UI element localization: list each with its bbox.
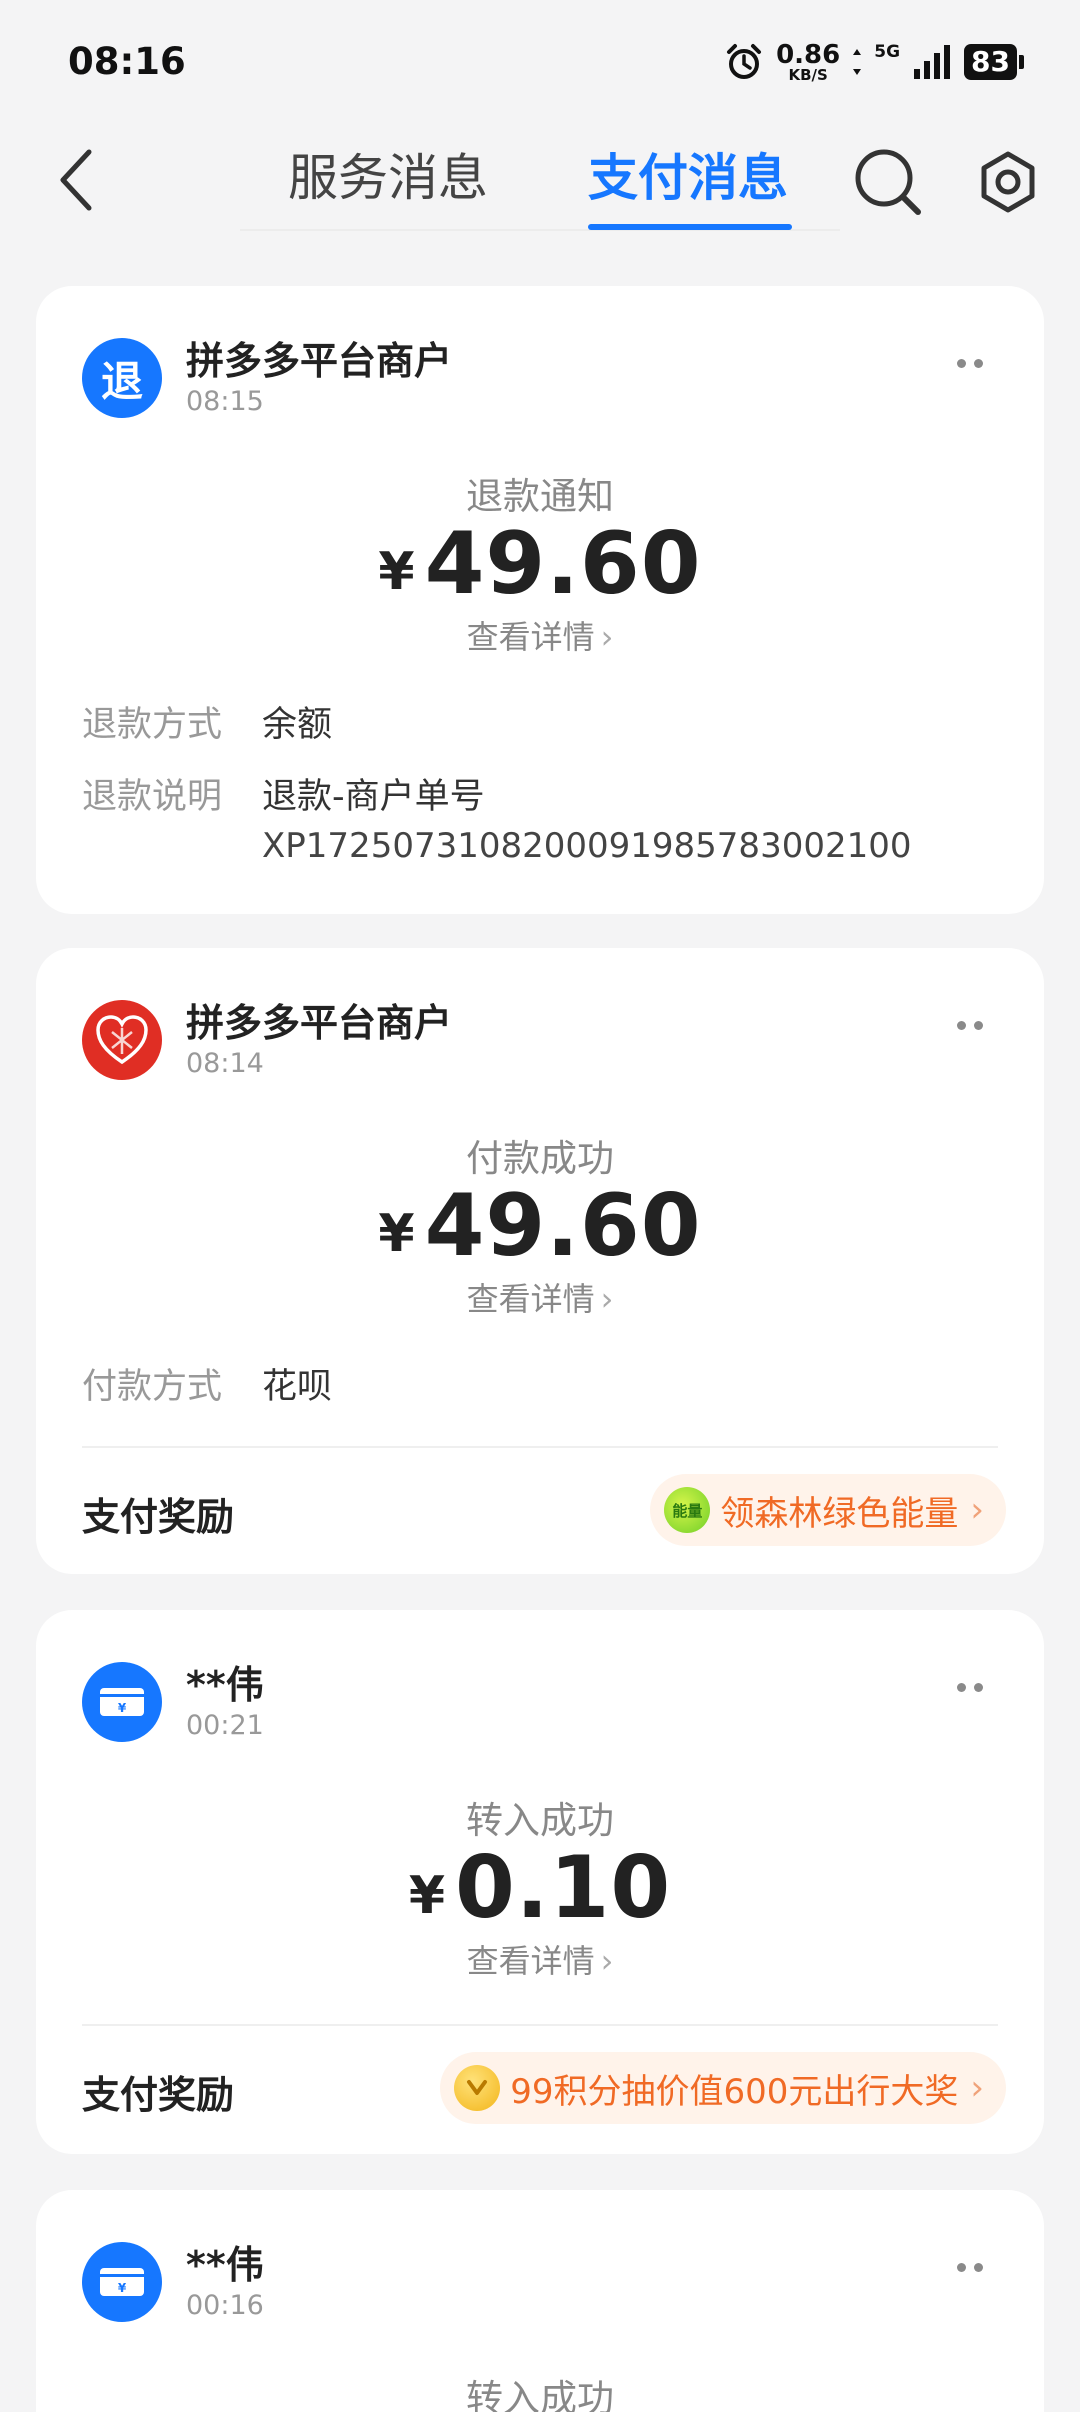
chevron-left-icon xyxy=(60,149,92,211)
payment-reward-label: 支付奖励 xyxy=(82,1495,235,1539)
svg-text:¥: ¥ xyxy=(118,1701,127,1715)
avatar: 退 xyxy=(82,338,162,418)
refund-icon: 退 xyxy=(100,356,143,406)
network-speed: 0.86 KB/S xyxy=(776,42,840,83)
pinduoduo-logo-icon xyxy=(96,1015,148,1065)
reward-text: 领森林绿色能量 xyxy=(720,1493,959,1534)
currency-symbol: ¥ xyxy=(408,1866,445,1926)
message-card-transfer[interactable]: ¥ **伟 00:16 转入成功 xyxy=(36,2190,1044,2412)
tab-payment-messages[interactable]: 支付消息 xyxy=(588,138,788,210)
message-time: 00:21 xyxy=(186,1710,264,1741)
alarm-icon xyxy=(727,44,762,79)
chevron-right-icon: › xyxy=(970,1490,984,1530)
message-card-refund[interactable]: 退 拼多多平台商户 08:15 退款通知 ¥49.60 查看详情 › 退款方式 余… xyxy=(36,286,1044,914)
payment-reward-label: 支付奖励 xyxy=(82,2073,235,2117)
view-details-link[interactable]: 查看详情 › xyxy=(36,1274,1044,1320)
sender-name: **伟 xyxy=(186,2243,264,2287)
payment-method-label: 付款方式 xyxy=(82,1367,223,1407)
active-tab-indicator xyxy=(588,224,792,230)
reward-forest-energy-button[interactable]: 能量 领森林绿色能量 › xyxy=(650,1474,1006,1546)
message-card-transfer[interactable]: ¥ **伟 00:21 转入成功 ¥0.10 查看详情 › 支付奖励 99积分抽价… xyxy=(36,1610,1044,2154)
data-arrows-icon xyxy=(853,49,862,75)
message-time: 00:16 xyxy=(186,2290,264,2321)
avatar: ¥ xyxy=(82,2242,162,2322)
reward-points-lottery-button[interactable]: 99积分抽价值600元出行大奖 › xyxy=(440,2052,1006,2124)
transfer-card-icon: ¥ xyxy=(100,2268,144,2296)
refund-note-value: 退款-商户单号 xyxy=(262,777,485,817)
battery-level: 83 xyxy=(964,44,1017,80)
chevron-right-icon: › xyxy=(600,1942,614,1980)
avatar: 拼 xyxy=(82,1000,162,1080)
svg-text:¥: ¥ xyxy=(118,2281,127,2295)
coin-icon xyxy=(454,2065,501,2111)
speed-unit: KB/S xyxy=(788,65,828,84)
chevron-right-icon: › xyxy=(600,1280,614,1318)
sender-name: **伟 xyxy=(186,1663,264,1707)
message-title: 付款成功 xyxy=(466,1137,614,1180)
tab-service-messages[interactable]: 服务消息 xyxy=(288,138,488,210)
currency-symbol: ¥ xyxy=(378,1204,415,1264)
back-button[interactable] xyxy=(40,140,110,220)
chevron-right-icon: › xyxy=(970,2068,984,2108)
message-time: 08:14 xyxy=(186,1048,264,1079)
currency-symbol: ¥ xyxy=(378,542,415,602)
reward-text: 99积分抽价值600元出行大奖 xyxy=(510,2071,959,2112)
view-details-link[interactable]: 查看详情 › xyxy=(36,1936,1044,1982)
more-options-button[interactable] xyxy=(940,348,1000,378)
merchant-name: 拼多多平台商户 xyxy=(186,339,453,383)
speed-value: 0.86 xyxy=(776,39,841,70)
network-type: 5G xyxy=(874,42,901,62)
message-card-payment[interactable]: 拼 拼多多平台商户 08:14 付款成功 ¥49.60 查看详情› 付款方式 花… xyxy=(36,948,1044,1574)
amount: ¥0.10 xyxy=(36,1838,1044,1938)
signal-icon xyxy=(914,45,951,79)
refund-note-label: 退款说明 xyxy=(82,777,223,817)
amount-value: 49.60 xyxy=(424,514,702,614)
avatar: ¥ xyxy=(82,1662,162,1742)
view-details-link[interactable]: 查看详情 › xyxy=(36,612,1044,658)
divider xyxy=(82,1446,998,1448)
battery-icon: 83 xyxy=(964,44,1024,80)
header: 服务消息 支付消息 xyxy=(0,120,1080,240)
gear-icon xyxy=(981,151,1035,213)
amount-value: 0.10 xyxy=(455,1838,672,1938)
amount-value: 49.60 xyxy=(424,1176,702,1276)
amount: ¥49.60 xyxy=(36,514,1044,614)
status-time: 08:16 xyxy=(68,40,186,83)
refund-method-label: 退款方式 xyxy=(82,705,223,745)
merchant-order-number: XP1725073108200091985783002100 xyxy=(262,826,912,866)
divider xyxy=(82,2024,998,2026)
transfer-card-icon: ¥ xyxy=(100,1688,144,1716)
status-icons: 0.86 KB/S 5G 83 xyxy=(724,38,1024,86)
more-options-button[interactable] xyxy=(940,1672,1000,1702)
energy-icon: 能量 xyxy=(664,1487,711,1533)
message-time: 08:15 xyxy=(186,386,264,417)
settings-button[interactable] xyxy=(968,142,1048,222)
message-title: 转入成功 xyxy=(466,2377,614,2412)
status-bar: 08:16 0.86 KB/S 5G 83 xyxy=(0,0,1080,110)
more-options-button[interactable] xyxy=(940,2252,1000,2282)
search-button[interactable] xyxy=(848,142,928,222)
view-details-label: 查看详情 xyxy=(466,1942,595,1980)
payment-method-value: 花呗 xyxy=(262,1367,333,1407)
amount: ¥49.60 xyxy=(36,1176,1044,1276)
view-details-label: 查看详情 xyxy=(466,618,595,656)
more-options-button[interactable] xyxy=(940,1010,1000,1040)
message-title: 退款通知 xyxy=(466,475,614,518)
view-details-label: 查看详情 xyxy=(466,1280,595,1318)
chevron-right-icon: › xyxy=(600,618,614,656)
merchant-name: 拼多多平台商户 xyxy=(186,1001,453,1045)
message-title: 转入成功 xyxy=(466,1799,614,1842)
refund-method-value: 余额 xyxy=(262,705,333,745)
search-icon xyxy=(855,149,921,215)
